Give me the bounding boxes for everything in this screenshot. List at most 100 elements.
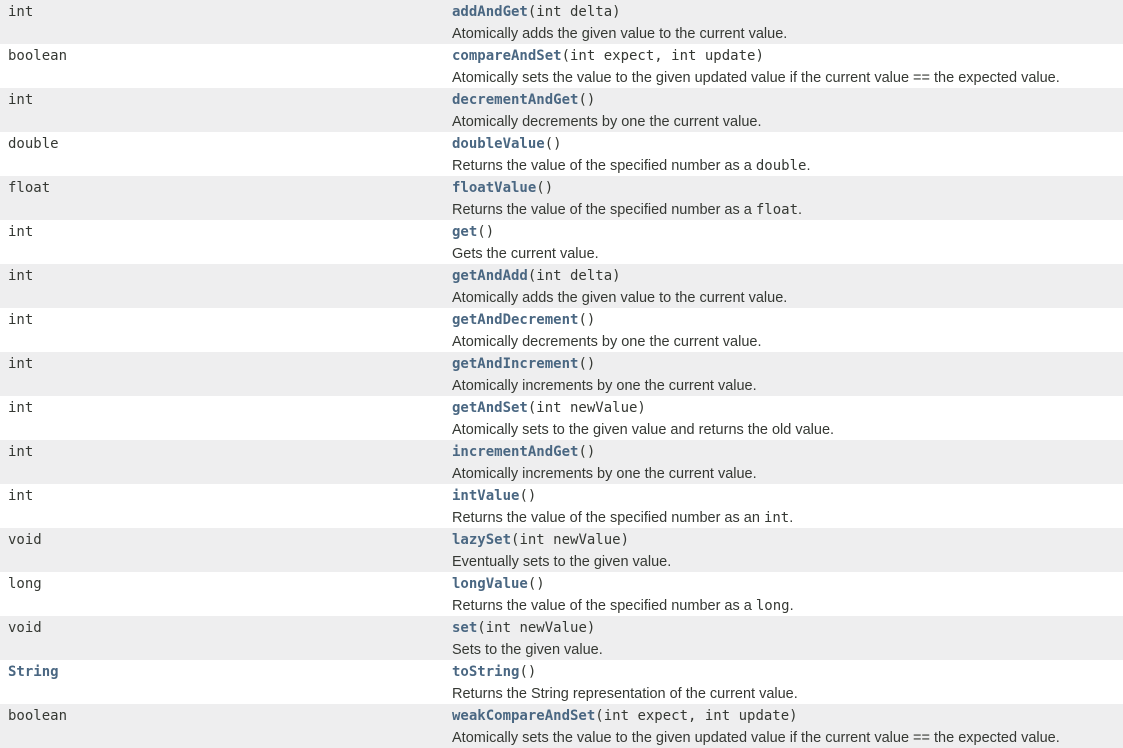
method-row: boolean weakCompareAndSet(int expect, in…	[0, 704, 1123, 748]
method-name-link[interactable]: getAndDecrement	[452, 312, 578, 328]
method-params: (int delta)	[527, 4, 621, 20]
description-text: Sets to the given value.	[452, 642, 603, 658]
description-text: Atomically adds the given value to the c…	[452, 26, 788, 42]
method-name-link[interactable]: floatValue	[452, 180, 536, 196]
method-row: void set(int newValue) Sets to the given…	[0, 616, 1123, 660]
method-name-link[interactable]: incrementAndGet	[452, 444, 578, 460]
description-text: Atomically increments by one the current…	[452, 466, 757, 482]
description-code: double	[755, 158, 807, 174]
method-signature: doubleValue()	[452, 135, 1123, 153]
return-type-cell: int	[0, 264, 452, 308]
description-text: Returns the String representation of the…	[452, 686, 798, 702]
description-text: Atomically decrements by one the current…	[452, 334, 762, 350]
return-type: int	[8, 400, 34, 416]
method-name-link[interactable]: longValue	[452, 576, 528, 592]
method-cell: getAndIncrement() Atomically increments …	[452, 352, 1123, 396]
return-type-cell: int	[0, 88, 452, 132]
method-row: int get() Gets the current value.	[0, 220, 1123, 264]
description-code: int	[763, 510, 790, 526]
return-type-cell: int	[0, 440, 452, 484]
method-params: (int newValue)	[527, 400, 646, 416]
method-cell: doubleValue() Returns the value of the s…	[452, 132, 1123, 176]
method-signature: incrementAndGet()	[452, 443, 1123, 461]
method-params: ()	[544, 136, 562, 152]
description-text: Atomically increments by one the current…	[452, 378, 757, 394]
method-name-link[interactable]: doubleValue	[452, 136, 545, 152]
method-params: ()	[536, 180, 554, 196]
method-params: (int newValue)	[477, 620, 596, 636]
method-description: Gets the current value.	[452, 244, 1123, 264]
method-row: void lazySet(int newValue) Eventually se…	[0, 528, 1123, 572]
description-text: Returns the value of the specified numbe…	[452, 202, 756, 218]
return-type-link[interactable]: String	[8, 664, 59, 680]
method-signature: intValue()	[452, 487, 1123, 505]
method-cell: floatValue() Returns the value of the sp…	[452, 176, 1123, 220]
return-type-cell: int	[0, 484, 452, 528]
method-params: (int expect, int update)	[595, 708, 798, 724]
method-cell: weakCompareAndSet(int expect, int update…	[452, 704, 1123, 748]
method-description: Sets to the given value.	[452, 640, 1123, 660]
method-cell: longValue() Returns the value of the spe…	[452, 572, 1123, 616]
method-name-link[interactable]: lazySet	[452, 532, 511, 548]
method-description: Atomically sets the value to the given u…	[452, 728, 1123, 748]
method-name-link[interactable]: set	[452, 620, 477, 636]
return-type: int	[8, 488, 34, 504]
method-cell: getAndAdd(int delta) Atomically adds the…	[452, 264, 1123, 308]
return-type: int	[8, 224, 34, 240]
return-type: boolean	[8, 708, 68, 724]
method-row: long longValue() Returns the value of th…	[0, 572, 1123, 616]
method-signature: toString()	[452, 663, 1123, 681]
method-signature: longValue()	[452, 575, 1123, 593]
method-description: Atomically sets to the given value and r…	[452, 420, 1123, 440]
method-name-link[interactable]: decrementAndGet	[452, 92, 578, 108]
return-type-cell: boolean	[0, 704, 452, 748]
method-signature: decrementAndGet()	[452, 91, 1123, 109]
method-cell: lazySet(int newValue) Eventually sets to…	[452, 528, 1123, 572]
method-name-link[interactable]: weakCompareAndSet	[452, 708, 595, 724]
description-text: Atomically sets to the given value and r…	[452, 422, 835, 438]
method-row: int getAndSet(int newValue) Atomically s…	[0, 396, 1123, 440]
description-text: Atomically sets the value to the given u…	[452, 730, 1060, 746]
return-type-cell: int	[0, 396, 452, 440]
return-type-cell: double	[0, 132, 452, 176]
description-text: Atomically sets the value to the given u…	[452, 70, 1060, 86]
method-name-link[interactable]: get	[452, 224, 477, 240]
description-text-end: .	[798, 202, 803, 218]
method-name-link[interactable]: compareAndSet	[452, 48, 562, 64]
method-row: int getAndDecrement() Atomically decreme…	[0, 308, 1123, 352]
return-type-cell: boolean	[0, 44, 452, 88]
method-row: int incrementAndGet() Atomically increme…	[0, 440, 1123, 484]
method-rows: int addAndGet(int delta) Atomically adds…	[0, 0, 1123, 748]
method-description: Atomically decrements by one the current…	[452, 112, 1123, 132]
method-signature: floatValue()	[452, 179, 1123, 197]
description-text-end: .	[789, 598, 794, 614]
method-description: Returns the value of the specified numbe…	[452, 596, 1123, 616]
method-signature: getAndSet(int newValue)	[452, 399, 1123, 417]
method-description: Returns the value of the specified numbe…	[452, 200, 1123, 220]
method-row: int getAndAdd(int delta) Atomically adds…	[0, 264, 1123, 308]
method-params: ()	[519, 664, 537, 680]
method-name-link[interactable]: toString	[452, 664, 519, 680]
method-name-link[interactable]: getAndAdd	[452, 268, 528, 284]
method-signature: getAndIncrement()	[452, 355, 1123, 373]
method-description: Atomically decrements by one the current…	[452, 332, 1123, 352]
method-row: int decrementAndGet() Atomically decreme…	[0, 88, 1123, 132]
method-name-link[interactable]: getAndIncrement	[452, 356, 578, 372]
description-text: Eventually sets to the given value.	[452, 554, 672, 570]
method-cell: intValue() Returns the value of the spec…	[452, 484, 1123, 528]
method-signature: weakCompareAndSet(int expect, int update…	[452, 707, 1123, 725]
method-row: int intValue() Returns the value of the …	[0, 484, 1123, 528]
return-type: int	[8, 92, 34, 108]
method-name-link[interactable]: getAndSet	[452, 400, 528, 416]
method-row: int getAndIncrement() Atomically increme…	[0, 352, 1123, 396]
return-type: long	[8, 576, 42, 592]
description-code: float	[755, 202, 799, 218]
return-type: boolean	[8, 48, 68, 64]
method-name-link[interactable]: addAndGet	[452, 4, 528, 20]
return-type: int	[8, 4, 34, 20]
method-params: (int delta)	[527, 268, 621, 284]
method-name-link[interactable]: intValue	[452, 488, 519, 504]
method-row: String toString() Returns the String rep…	[0, 660, 1123, 704]
method-row: boolean compareAndSet(int expect, int up…	[0, 44, 1123, 88]
method-signature: compareAndSet(int expect, int update)	[452, 47, 1123, 65]
